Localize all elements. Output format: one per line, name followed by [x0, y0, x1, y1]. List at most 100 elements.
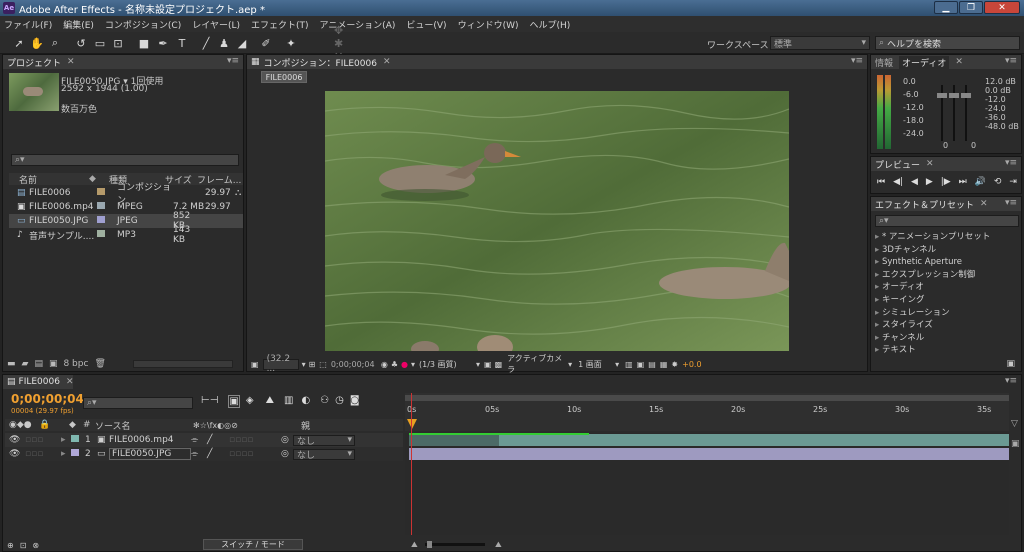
- close-icon[interactable]: ✕: [980, 199, 988, 209]
- comp-name-chip[interactable]: FILE0006: [261, 71, 307, 83]
- workspace-dropdown[interactable]: 標準 ▾: [770, 36, 870, 50]
- maximize-button[interactable]: ❐: [959, 1, 983, 14]
- always-preview-icon[interactable]: ▣: [251, 360, 259, 369]
- timeline-icon[interactable]: ▤: [648, 360, 656, 369]
- roto-brush-tool-icon[interactable]: ✐: [259, 36, 273, 50]
- resolution-dropdown[interactable]: (1/3 画質): [419, 359, 473, 370]
- close-icon[interactable]: ✕: [67, 57, 75, 67]
- prev-frame-icon[interactable]: ◀|: [893, 177, 903, 187]
- menu-file[interactable]: ファイル(F): [4, 18, 52, 31]
- brainstorm-icon[interactable]: ◷: [335, 395, 344, 408]
- shy-switch-icon[interactable]: ⌯: [191, 435, 207, 445]
- camera-tool-icon[interactable]: ▭: [93, 36, 107, 50]
- first-frame-icon[interactable]: ⏮: [877, 177, 885, 187]
- clone-stamp-tool-icon[interactable]: ♟: [217, 36, 231, 50]
- zoom-out-icon[interactable]: ⛰: [411, 540, 418, 550]
- pan-behind-tool-icon[interactable]: ⊡: [111, 36, 125, 50]
- audio-icon[interactable]: 🔊: [975, 177, 986, 187]
- table-row[interactable]: 👁 ▫▫▫ ▸ 1 ▣ FILE0006.mp4 ⌯ ╱ ▫▫▫▫ ◎ なし ▾: [5, 433, 403, 447]
- menu-effect[interactable]: エフェクト(T): [251, 18, 309, 31]
- expand-time-stretch-icon[interactable]: ⊗: [32, 541, 39, 550]
- panel-menu-icon[interactable]: ▾≡: [227, 56, 239, 66]
- tab-effects-presets[interactable]: エフェクト＆プリセット ✕: [871, 197, 1021, 211]
- tab-project[interactable]: プロジェクト ✕: [3, 55, 243, 69]
- list-item[interactable]: ▸ オーディオ: [875, 281, 1019, 294]
- timeline-search-input[interactable]: ⌕▾: [83, 397, 193, 409]
- visibility-eye-icon[interactable]: 👁: [5, 449, 25, 459]
- panel-menu-icon[interactable]: ▾≡: [851, 56, 863, 66]
- close-icon[interactable]: ✕: [66, 377, 74, 387]
- puppet-pin-tool-icon[interactable]: ✦: [284, 36, 298, 50]
- close-icon[interactable]: ✕: [383, 57, 391, 67]
- show-snapshot-icon[interactable]: ♣: [391, 360, 398, 369]
- parent-dropdown[interactable]: なし ▾: [293, 448, 355, 461]
- fast-preview-icon[interactable]: ▣: [637, 360, 645, 369]
- col-name[interactable]: 名前: [9, 173, 89, 186]
- list-item[interactable]: ▸ 3Dチャンネル: [875, 244, 1019, 257]
- layer-bar-2[interactable]: [409, 448, 1009, 460]
- list-item[interactable]: ▣ FILE0006.mp4 MPEG 7.2 MB 29.97: [9, 200, 243, 214]
- reset-exposure-icon[interactable]: ✸: [671, 360, 678, 369]
- interpret-footage-icon[interactable]: ▬: [7, 359, 16, 369]
- frame-blending-icon[interactable]: ▥: [284, 395, 293, 408]
- text-tool-icon[interactable]: T: [175, 36, 189, 50]
- hand-tool-icon[interactable]: ✋: [30, 36, 44, 50]
- menu-composition[interactable]: コンポジション(C): [105, 18, 181, 31]
- transparency-grid-icon[interactable]: ▣: [484, 360, 492, 369]
- draft-3d-icon[interactable]: ◈: [246, 395, 254, 408]
- close-icon[interactable]: ✕: [955, 57, 963, 67]
- list-item[interactable]: ▭ FILE0050.JPG JPEG 852 KB: [9, 211, 243, 231]
- expand-arrow-icon[interactable]: ▸: [61, 435, 71, 445]
- views-dropdown[interactable]: 1 画面: [578, 359, 612, 370]
- list-item[interactable]: ▸ キーイング: [875, 294, 1019, 307]
- parent-dropdown[interactable]: なし ▾: [293, 434, 355, 447]
- end-marker-icon[interactable]: ▽: [1011, 419, 1021, 429]
- panel-menu-icon[interactable]: ▾≡: [1005, 376, 1017, 386]
- safe-margins-icon[interactable]: ⊞: [309, 360, 316, 369]
- composition-viewer[interactable]: [325, 91, 789, 351]
- pick-whip-icon[interactable]: ◎: [281, 435, 293, 445]
- shy-switch-icon[interactable]: ⌯: [191, 449, 207, 459]
- pen-tool-icon[interactable]: ✒: [156, 36, 170, 50]
- tab-audio[interactable]: オーディオ: [899, 55, 950, 69]
- effects-search-input[interactable]: ⌕▾: [875, 215, 1019, 227]
- rectangle-tool-icon[interactable]: ■: [137, 36, 151, 50]
- exposure-value[interactable]: +0.0: [682, 360, 701, 369]
- volume-slider-both[interactable]: [949, 93, 959, 98]
- panel-menu-icon[interactable]: ▾≡: [1005, 158, 1017, 168]
- shy-layers-icon[interactable]: ⛰: [266, 395, 274, 408]
- snapshot-icon[interactable]: ◉: [381, 360, 388, 369]
- list-item[interactable]: ▸ * アニメーションプリセット: [875, 231, 1019, 244]
- layer-bar-1[interactable]: [409, 434, 1009, 446]
- list-item[interactable]: ▸ Synthetic Aperture: [875, 256, 1019, 269]
- playhead-handle[interactable]: [407, 419, 417, 429]
- close-icon[interactable]: ✕: [926, 159, 934, 169]
- viewer-timecode[interactable]: 0;00;00;04: [331, 360, 377, 369]
- play-back-icon[interactable]: ◀: [911, 177, 918, 187]
- col-frame[interactable]: フレーム...: [197, 173, 243, 186]
- list-item[interactable]: ▤ FILE0006 コンポジション 29.97 ⛬: [9, 183, 243, 206]
- menu-edit[interactable]: 編集(E): [63, 18, 94, 31]
- tab-preview[interactable]: プレビュー ✕: [871, 157, 1021, 171]
- region-icon[interactable]: ⬚: [319, 360, 327, 369]
- list-item[interactable]: ▸ チャンネル: [875, 332, 1019, 345]
- volume-slider-left[interactable]: [937, 93, 947, 98]
- list-item[interactable]: ▸ スタイライズ: [875, 319, 1019, 332]
- zoom-tool-icon[interactable]: ⌕: [48, 36, 62, 50]
- menu-layer[interactable]: レイヤー(L): [192, 18, 240, 31]
- menu-window[interactable]: ウィンドウ(W): [458, 18, 519, 31]
- menu-animation[interactable]: アニメーション(A): [320, 18, 396, 31]
- list-item[interactable]: ♪ 音声サンプル.... MP3 143 KB: [9, 225, 243, 245]
- bpc-button[interactable]: 8 bpc: [63, 359, 88, 369]
- project-search-input[interactable]: ⌕▾: [11, 154, 239, 166]
- selection-tool-icon[interactable]: ➚: [12, 36, 26, 50]
- help-search-input[interactable]: ⌕ ヘルプを検索: [875, 36, 1020, 50]
- lock-icon[interactable]: ▦: [251, 57, 260, 67]
- expand-layer-switches-icon[interactable]: ⊕: [7, 541, 14, 550]
- quality-switch-icon[interactable]: ╱: [207, 449, 229, 459]
- new-preset-icon[interactable]: ▣: [1006, 359, 1015, 369]
- auto-keyframe-icon[interactable]: ◙: [350, 395, 360, 408]
- new-composition-icon[interactable]: ▤: [34, 359, 43, 369]
- zoom-slider[interactable]: [425, 543, 485, 546]
- horizontal-scrollbar[interactable]: [133, 360, 233, 368]
